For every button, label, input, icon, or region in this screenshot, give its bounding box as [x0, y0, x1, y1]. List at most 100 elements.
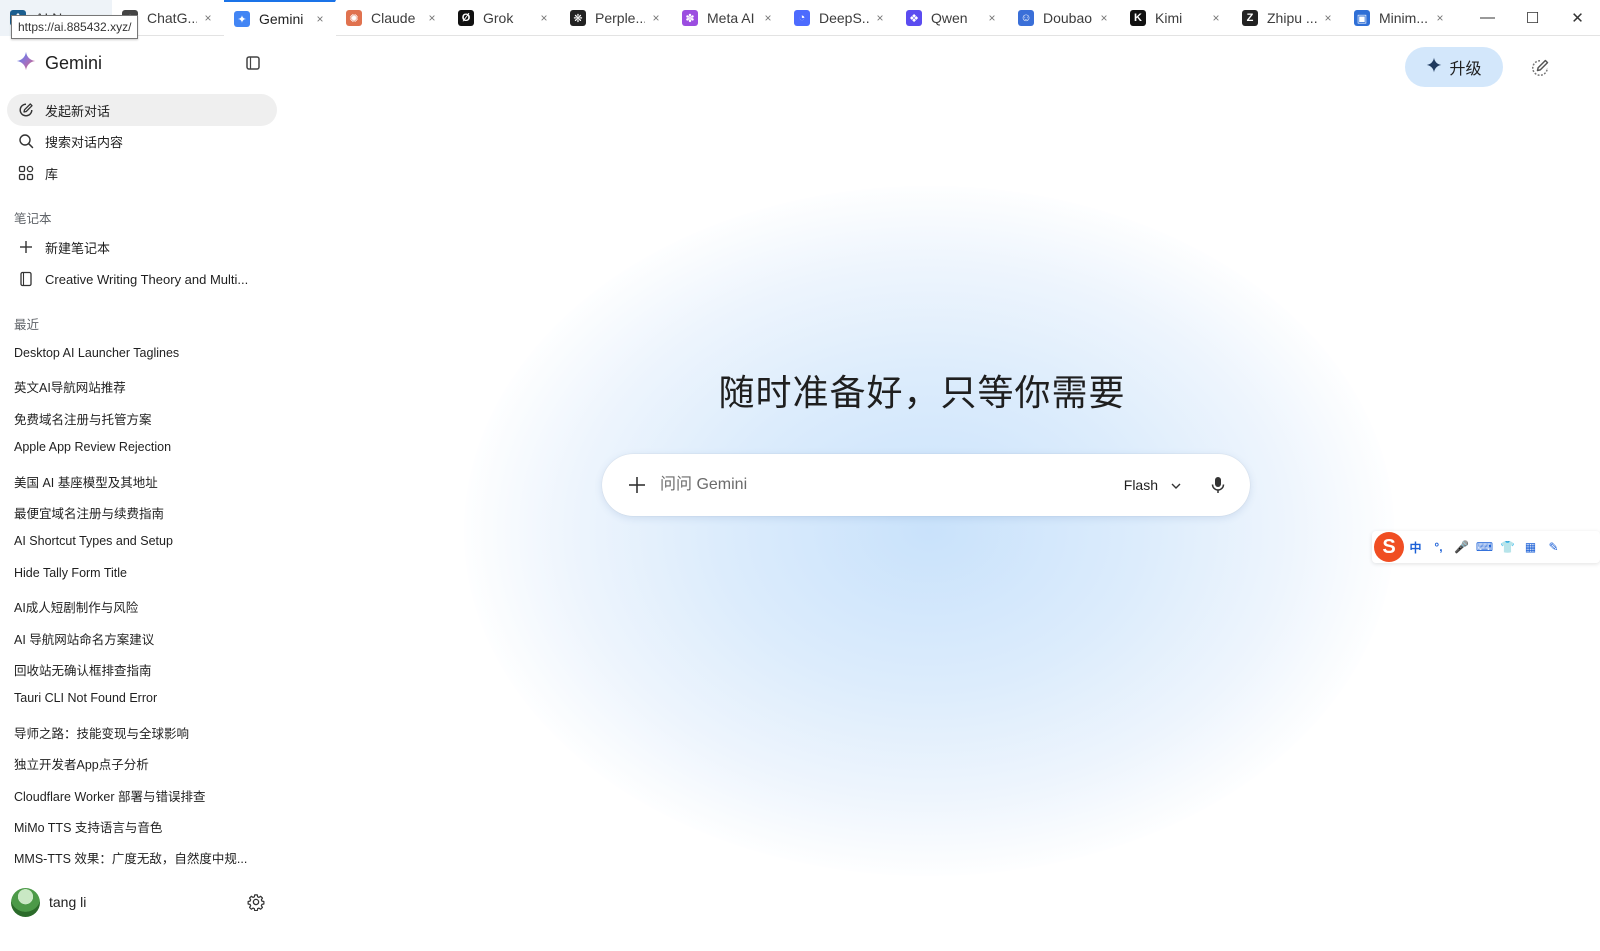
sidebar: Gemini 发起新对话 搜索对话内容 库 笔记本 新建笔记本 Creative…	[0, 36, 284, 951]
tab-close-icon[interactable]: ×	[1433, 11, 1447, 25]
recent-chat-item[interactable]: Hide Tally Form Title	[14, 566, 264, 580]
tab-close-icon[interactable]: ×	[985, 11, 999, 25]
zhipu-icon: Z	[1242, 10, 1258, 26]
recent-chat-item[interactable]: AI成人短剧制作与风险	[14, 597, 264, 616]
recent-chat-item[interactable]: Tauri CLI Not Found Error	[14, 691, 264, 705]
qwen-icon: ❖	[906, 10, 922, 26]
tab-zhipu[interactable]: Z Zhipu ... ×	[1232, 0, 1344, 36]
recent-chat-item[interactable]: 英文AI导航网站推荐	[14, 377, 264, 396]
search-chats-button[interactable]: 搜索对话内容	[7, 125, 277, 157]
voice-input-icon[interactable]: 🎤	[1450, 540, 1473, 554]
tab-close-icon[interactable]: ×	[761, 11, 775, 25]
tab-meta-ai[interactable]: ✽ Meta AI ×	[672, 0, 784, 36]
skin-icon[interactable]: 👕	[1496, 540, 1519, 554]
tab-close-icon[interactable]: ×	[873, 11, 887, 25]
deepseek-icon: ◔	[794, 10, 810, 26]
tab-close-icon[interactable]: ×	[1321, 11, 1335, 25]
tab-kimi[interactable]: K Kimi ×	[1120, 0, 1232, 36]
recent-chat-item[interactable]: 回收站无确认框排查指南	[14, 660, 264, 679]
upgrade-label: 升级	[1449, 61, 1482, 78]
tab-gemini[interactable]: ✦ Gemini ×	[224, 0, 336, 36]
tab-close-icon[interactable]: ×	[1209, 11, 1223, 25]
tab-label: Kimi	[1155, 10, 1183, 26]
minimax-icon: ▣	[1354, 10, 1370, 26]
tab-deepseek[interactable]: ◔ DeepS... ×	[784, 0, 896, 36]
claude-icon: ✺	[346, 10, 362, 26]
brand[interactable]: Gemini	[16, 51, 103, 76]
url-tooltip: https://ai.885432.xyz/	[11, 15, 139, 39]
notebooks-section-title: 笔记本	[14, 212, 52, 226]
tab-label: ChatG...	[147, 10, 197, 26]
upgrade-button[interactable]: 升级	[1405, 47, 1503, 87]
tab-label: Minim...	[1379, 10, 1428, 26]
gemini-logo-icon	[16, 51, 36, 76]
recent-chat-item[interactable]: Desktop AI Launcher Taglines	[14, 346, 264, 360]
tab-label: Zhipu ...	[1267, 10, 1317, 26]
handwrite-icon[interactable]: ✎	[1542, 540, 1565, 554]
new-notebook-button[interactable]: 新建笔记本	[7, 231, 277, 263]
tab-minimax[interactable]: ▣ Minim... ×	[1344, 0, 1456, 36]
recent-chat-item[interactable]: 美国 AI 基座模型及其地址	[14, 472, 264, 491]
tab-label: Perple...	[595, 10, 645, 26]
keyboard-icon[interactable]: ⌨	[1473, 540, 1496, 554]
sidebar-toggle-icon[interactable]	[244, 54, 262, 72]
user-account-row[interactable]: tang li	[11, 886, 273, 918]
kimi-icon: K	[1130, 10, 1146, 26]
new-chat-button[interactable]: 发起新对话	[7, 94, 277, 126]
tab-close-icon[interactable]: ×	[537, 11, 551, 25]
user-name: tang li	[49, 894, 87, 910]
recent-chat-item[interactable]: 独立开发者App点子分析	[14, 754, 264, 773]
meta-ai-icon: ✽	[682, 10, 698, 26]
prompt-input[interactable]	[660, 465, 1124, 505]
new-chat-label: 发起新对话	[45, 103, 111, 119]
recent-chat-item[interactable]: MiMo TTS 支持语言与音色	[14, 817, 264, 836]
microphone-icon[interactable]	[1208, 475, 1228, 495]
library-grid-icon	[18, 165, 34, 181]
tab-perplexity[interactable]: ❋ Perple... ×	[560, 0, 672, 36]
recent-chat-item[interactable]: Cloudflare Worker 部署与错误排查	[14, 786, 264, 805]
tab-claude[interactable]: ✺ Claude ×	[336, 0, 448, 36]
minimize-button[interactable]: —	[1465, 0, 1510, 36]
window-controls: — ☐ ✕	[1465, 0, 1600, 35]
recent-chat-item[interactable]: 最便宜域名注册与续费指南	[14, 503, 264, 522]
chinese-mode-icon[interactable]: 中	[1404, 539, 1427, 556]
avatar[interactable]	[11, 887, 40, 917]
tab-label: Qwen	[931, 10, 968, 26]
maximize-button[interactable]: ☐	[1510, 0, 1555, 36]
tab-label: Gemini	[259, 11, 304, 27]
gear-icon[interactable]	[247, 893, 265, 912]
tab-close-icon[interactable]: ×	[425, 11, 439, 25]
search-chats-label: 搜索对话内容	[45, 134, 124, 150]
recent-chat-item[interactable]: 免费域名注册与托管方案	[14, 409, 264, 428]
recent-chat-item[interactable]: AI 导航网站命名方案建议	[14, 629, 264, 648]
new-chat-edit-icon[interactable]	[1530, 58, 1550, 78]
tab-close-icon[interactable]: ×	[201, 11, 215, 25]
recent-section-title: 最近	[14, 318, 40, 332]
browser-tab-bar: AAI Na...×◎ChatG...×✦Gemini×✺Claude×ØGro…	[0, 0, 1600, 36]
background-glow	[464, 186, 1394, 876]
sogou-logo-icon[interactable]: S	[1374, 532, 1404, 562]
toolbox-icon[interactable]: ▦	[1519, 540, 1542, 554]
ime-toolbar: S 中 °, 🎤 ⌨ 👕 ▦ ✎	[1372, 531, 1600, 563]
recent-chat-item[interactable]: AI Shortcut Types and Setup	[14, 534, 264, 548]
model-selector[interactable]: Flash	[1124, 477, 1182, 493]
recent-chat-item[interactable]: Apple App Review Rejection	[14, 440, 264, 454]
notebook-title: Creative Writing Theory and Multi...	[45, 271, 249, 287]
tab-close-icon[interactable]: ×	[649, 11, 663, 25]
punctuation-icon[interactable]: °,	[1427, 540, 1450, 554]
add-attachment-icon[interactable]	[627, 475, 647, 495]
tab-close-icon[interactable]: ×	[313, 12, 327, 26]
notebook-item[interactable]: Creative Writing Theory and Multi...	[7, 263, 277, 295]
grok-icon: Ø	[458, 10, 474, 26]
perplexity-icon: ❋	[570, 10, 586, 26]
close-window-button[interactable]: ✕	[1555, 0, 1600, 36]
tab-grok[interactable]: Ø Grok ×	[448, 0, 560, 36]
library-button[interactable]: 库	[7, 157, 277, 189]
tab-close-icon[interactable]: ×	[1097, 11, 1111, 25]
tab-qwen[interactable]: ❖ Qwen ×	[896, 0, 1008, 36]
tab-doubao[interactable]: ☺ Doubao ×	[1008, 0, 1120, 36]
recent-chat-item[interactable]: MMS-TTS 效果：广度无敌，自然度中规...	[14, 848, 264, 867]
recent-chat-item[interactable]: 导师之路：技能变现与全球影响	[14, 723, 264, 742]
library-label: 库	[45, 166, 59, 182]
brand-name: Gemini	[45, 52, 103, 73]
